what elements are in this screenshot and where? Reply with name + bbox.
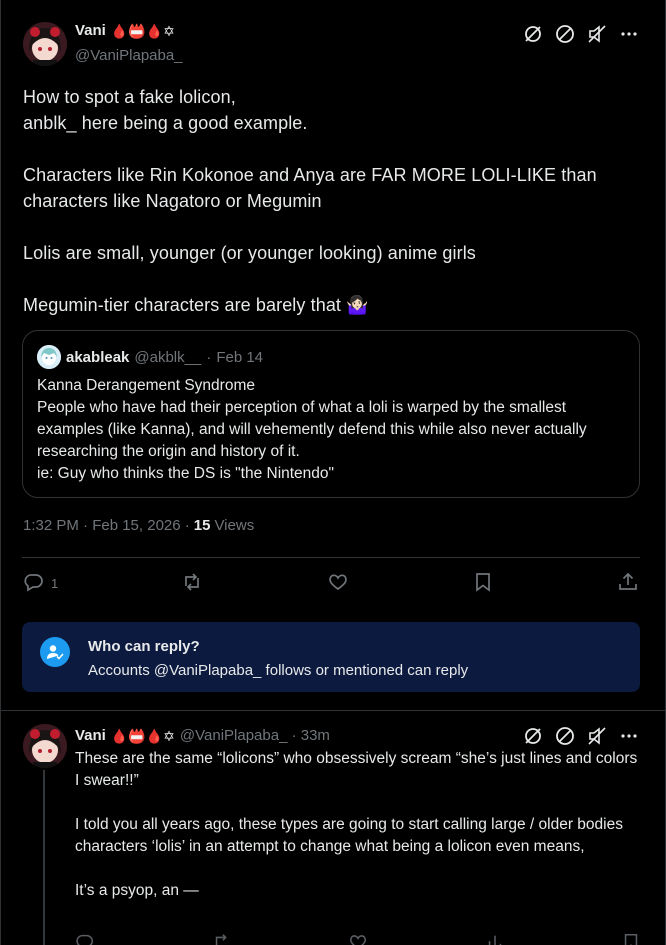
share-button[interactable] xyxy=(617,571,639,596)
block-icon[interactable] xyxy=(555,24,575,44)
quoted-author-avatar[interactable] xyxy=(37,345,61,369)
quoted-tweet-header: akableak @akblk__ · Feb 14 xyxy=(37,345,263,369)
quoted-date: Feb 14 xyxy=(216,348,264,366)
mute-icon[interactable] xyxy=(587,726,607,746)
user-check-icon xyxy=(40,637,70,667)
quoted-author-handle: @akblk__ xyxy=(134,348,202,366)
reply-icon xyxy=(23,571,45,596)
reply-count: 1 xyxy=(51,575,59,591)
tweet-action-bar: 1 xyxy=(23,570,639,596)
reply-author-badges: 🩸📛🩸✡ xyxy=(110,727,175,744)
reply-restriction-banner: Who can reply? Accounts @VaniPlapaba_ fo… xyxy=(22,622,640,692)
mute-icon[interactable] xyxy=(587,24,607,44)
tweet-meta: 1:32 PM · Feb 15, 2026 · 15 Views xyxy=(23,517,254,534)
meta-divider xyxy=(22,557,640,558)
tweet-top-actions xyxy=(523,24,639,44)
bookmark-icon[interactable] xyxy=(621,932,641,945)
grok-icon[interactable] xyxy=(523,726,543,746)
share-icon xyxy=(617,571,639,596)
bookmark-icon xyxy=(472,571,494,596)
grok-icon[interactable] xyxy=(523,24,543,44)
thread-separator xyxy=(1,710,666,711)
thread-line xyxy=(43,770,45,945)
tweet-page: Vani 🩸📛🩸✡ @VaniPlapaba_ How to spot a fa… xyxy=(0,0,666,945)
more-icon[interactable] xyxy=(619,24,639,44)
like-icon xyxy=(327,571,349,596)
repost-button[interactable] xyxy=(181,571,203,596)
more-icon[interactable] xyxy=(619,726,639,746)
reply-author-row: Vani 🩸📛🩸✡ @VaniPlapaba_ · 33m xyxy=(75,727,330,744)
reply-button[interactable]: 1 xyxy=(23,571,58,596)
quoted-tweet-text: Kanna Derangement Syndrome People who ha… xyxy=(37,377,587,482)
quoted-tweet[interactable]: akableak @akblk__ · Feb 14 Kanna Derange… xyxy=(22,330,640,498)
block-icon[interactable] xyxy=(555,726,575,746)
quoted-author-name[interactable]: akableak xyxy=(66,349,129,366)
repost-icon xyxy=(181,571,203,596)
tweet-timestamp[interactable]: 1:32 PM · Feb 15, 2026 · xyxy=(23,517,190,534)
author-avatar[interactable] xyxy=(23,22,67,66)
reply-icon[interactable] xyxy=(75,932,95,945)
repost-icon[interactable] xyxy=(212,932,232,945)
tweet-text: How to spot a fake lolicon, anblk_ here … xyxy=(23,87,597,315)
like-icon[interactable] xyxy=(348,932,368,945)
bookmark-button[interactable] xyxy=(472,571,494,596)
reply-author-name[interactable]: Vani xyxy=(75,727,106,744)
reply-restriction-subtitle: Accounts @VaniPlapaba_ follows or mentio… xyxy=(88,662,469,679)
author-name-row[interactable]: Vani 🩸📛🩸✡ xyxy=(75,22,175,39)
author-display-name[interactable]: Vani xyxy=(75,22,106,39)
views-label: Views xyxy=(214,517,255,534)
views-count: 15 xyxy=(193,517,211,534)
analytics-icon[interactable] xyxy=(485,932,505,945)
like-button[interactable] xyxy=(327,571,349,596)
reply-restriction-title: Who can reply? xyxy=(88,638,200,655)
reply-author-avatar[interactable] xyxy=(23,724,67,768)
author-handle[interactable]: @VaniPlapaba_ xyxy=(75,47,183,64)
reply-text: These are the same “lolicons” who obsess… xyxy=(75,750,638,899)
reply-top-actions xyxy=(523,726,639,746)
quoted-separator: · xyxy=(206,348,212,366)
reply-action-bar xyxy=(75,932,641,945)
author-emoji-badges: 🩸📛🩸✡ xyxy=(110,22,175,39)
reply-handle-time[interactable]: @VaniPlapaba_ · 33m xyxy=(180,727,330,744)
